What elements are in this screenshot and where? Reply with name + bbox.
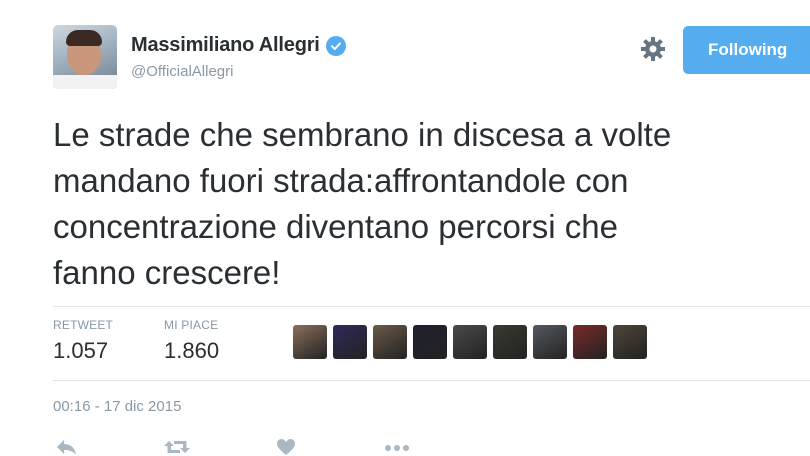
tweet-timestamp[interactable]: 00:16 - 17 dic 2015 — [53, 398, 181, 415]
avatar-shirt — [53, 75, 117, 89]
liker-avatar[interactable] — [573, 325, 607, 359]
divider — [53, 380, 810, 381]
retweet-count: 1.057 — [53, 338, 109, 363]
liker-avatar[interactable] — [613, 325, 647, 359]
gear-icon[interactable] — [640, 36, 666, 62]
liker-avatar[interactable] — [293, 325, 327, 359]
tweet-line: fanno crescere! — [53, 254, 281, 291]
like-label: MI PIACE — [164, 318, 219, 332]
liker-avatar[interactable] — [333, 325, 367, 359]
tweet-line: concentrazione diventano percorsi che — [53, 208, 619, 245]
liker-avatar[interactable] — [493, 325, 527, 359]
avatar[interactable] — [53, 25, 117, 89]
retweet-icon[interactable] — [163, 438, 191, 456]
avatar-hair — [66, 30, 102, 46]
user-name[interactable]: Massimiliano Allegri — [131, 34, 320, 57]
tweet-line: Le strade che sembrano in discesa a volt… — [53, 116, 672, 153]
liker-avatar[interactable] — [453, 325, 487, 359]
retweet-stat[interactable]: RETWEET 1.057 — [53, 318, 113, 364]
liker-avatar[interactable] — [373, 325, 407, 359]
liker-avatar[interactable] — [413, 325, 447, 359]
following-button[interactable]: Following — [683, 26, 810, 74]
action-bar — [0, 438, 810, 456]
like-icon[interactable] — [276, 438, 296, 456]
liker-avatars — [293, 325, 647, 359]
user-name-row: Massimiliano Allegri — [131, 34, 346, 57]
liker-avatar[interactable] — [533, 325, 567, 359]
more-icon[interactable] — [384, 438, 410, 456]
tweet-line: mandano fuori strada:affrontandole con — [53, 162, 629, 199]
reply-icon[interactable] — [55, 438, 77, 456]
divider — [53, 306, 810, 307]
like-count: 1.860 — [164, 338, 220, 363]
like-stat[interactable]: MI PIACE 1.860 — [164, 318, 219, 364]
verified-badge-icon — [325, 35, 346, 56]
tweet-text: Le strade che sembrano in discesa a volt… — [53, 112, 798, 296]
retweet-label: RETWEET — [53, 318, 114, 332]
user-handle[interactable]: @OfficialAllegri — [131, 63, 233, 80]
